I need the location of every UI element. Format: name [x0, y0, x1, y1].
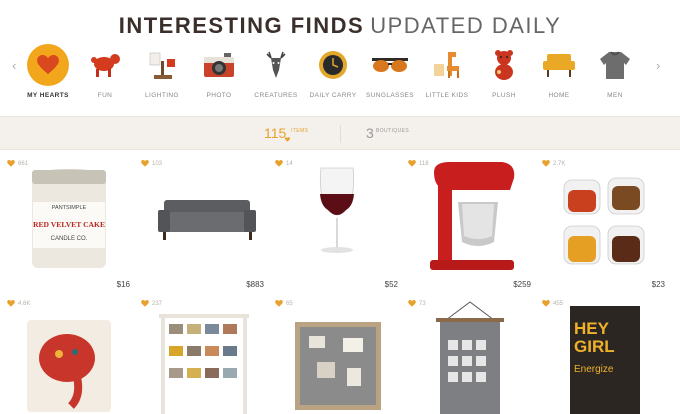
sunglasses-icon [369, 44, 411, 86]
stats-divider [340, 125, 341, 143]
product-card[interactable]: 455 HEY GIRL Energize [540, 296, 669, 414]
boutiques-count: 3 [366, 125, 374, 141]
toy-dog-icon [84, 44, 126, 86]
candle-name: RED VELVET CAKE [33, 220, 105, 229]
plush-icon [483, 44, 525, 86]
stand-mixer-image [430, 162, 515, 270]
category-home[interactable]: HOME [528, 44, 590, 104]
pack-text-3: Energize [574, 364, 614, 375]
shot-glasses-image [563, 177, 645, 265]
category-label: HOME [548, 92, 570, 99]
price: $883 [246, 280, 264, 289]
category-label: SUNGLASSES [365, 92, 415, 99]
pack-text-2: GIRL [574, 337, 615, 356]
sweater-icon [594, 44, 636, 86]
price: $52 [384, 280, 398, 289]
price: $23 [651, 280, 665, 289]
sofa-image [158, 200, 256, 240]
stats-bar: 115 ITEMS 3 BOUTIQUES [0, 116, 680, 150]
page-title: INTERESTING FINDS UPDATED DAILY [0, 12, 680, 40]
boutiques-label: BOUTIQUES [376, 128, 410, 134]
product-card[interactable]: 661 PANTSIMPLE RED VELVET CAKE CANDLE CO… [5, 156, 134, 293]
candle-jar-image: PANTSIMPLE RED VELVET CAKE CANDLE CO. [32, 169, 106, 268]
product-card[interactable]: 103 $883 [139, 156, 268, 293]
category-lighting[interactable]: LIGHTING [131, 44, 193, 104]
category-creatures[interactable]: CREATURES [245, 44, 307, 104]
pack-text-1: HEY [574, 319, 610, 338]
camera-icon [198, 44, 240, 86]
wine-glass-image [319, 167, 355, 253]
product-card[interactable]: 73 [406, 296, 535, 414]
giraffe-icon [426, 44, 468, 86]
product-card[interactable]: 118 $259 [406, 156, 535, 293]
pin-board-image [295, 322, 381, 410]
category-fun[interactable]: FUN [74, 44, 136, 104]
product-card[interactable]: 2.7K $23 [540, 156, 669, 293]
category-label: DAILY CARRY [309, 92, 357, 99]
elephant-pillow-image [27, 320, 111, 412]
deer-head-icon [255, 44, 297, 86]
watch-icon [312, 44, 354, 86]
items-heart-icon [285, 129, 290, 147]
items-label: ITEMS [291, 128, 309, 134]
product-card[interactable]: 237 [139, 296, 268, 414]
lamp-icon [141, 44, 183, 86]
category-daily-carry[interactable]: DAILY CARRY [302, 44, 364, 104]
category-label: PLUSH [492, 92, 516, 99]
title-light: UPDATED DAILY [370, 13, 562, 38]
category-label: MEN [607, 92, 623, 99]
heart-icon [27, 44, 69, 86]
price: $259 [513, 280, 531, 289]
category-photo[interactable]: PHOTO [188, 44, 250, 104]
category-sunglasses[interactable]: SUNGLASSES [359, 44, 421, 104]
category-label: MY HEARTS [27, 92, 69, 99]
photo-display-image [159, 314, 249, 414]
category-plush[interactable]: PLUSH [473, 44, 535, 104]
category-my-hearts[interactable]: MY HEARTS [17, 44, 79, 104]
category-label: LITTLE KIDS [425, 92, 469, 99]
category-little-kids[interactable]: LITTLE KIDS [416, 44, 478, 104]
armchair-icon [538, 44, 580, 86]
tea-package-image: HEY GIRL Energize [570, 306, 640, 414]
category-label: FUN [97, 92, 113, 99]
product-card[interactable]: 4.6K [5, 296, 134, 414]
candle-brand: PANTSIMPLE [52, 205, 87, 211]
product-card[interactable]: 14 $52 [273, 156, 402, 293]
title-bold: INTERESTING FINDS [118, 13, 365, 38]
price: $16 [116, 280, 130, 289]
category-label: CREATURES [254, 92, 298, 99]
items-count: 115 [264, 125, 287, 141]
candle-sub: CANDLE CO. [51, 236, 88, 242]
hanging-calendar-image [436, 301, 504, 414]
product-card[interactable]: 65 [273, 296, 402, 414]
category-label: LIGHTING [145, 92, 179, 99]
category-label: PHOTO [206, 92, 232, 99]
carousel-next-icon[interactable]: › [656, 58, 660, 73]
carousel-prev-icon[interactable]: ‹ [12, 58, 16, 73]
category-men[interactable]: MEN [584, 44, 646, 104]
